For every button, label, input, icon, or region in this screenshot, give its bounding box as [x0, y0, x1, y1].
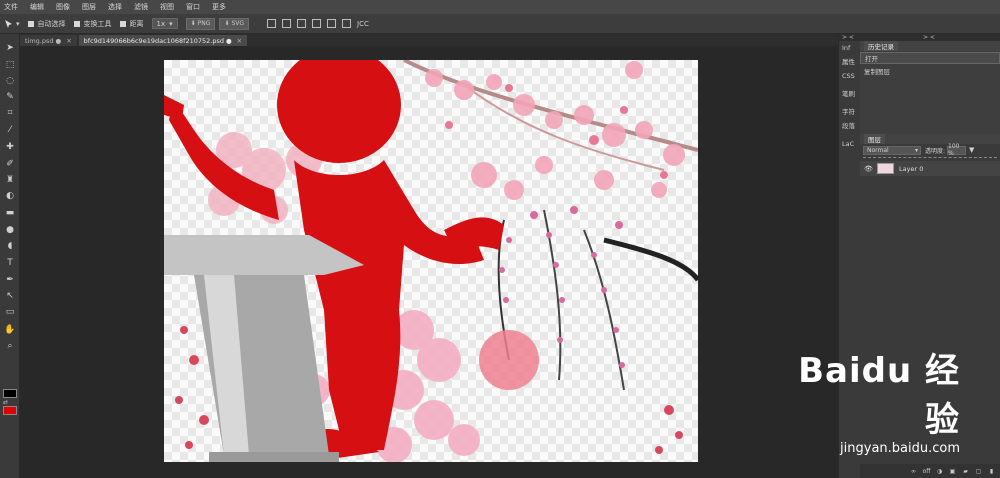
tab-bfc9d149[interactable]: bfc9d149066b6c9e19dac1068f210752.psd ● ✕	[78, 35, 248, 46]
adjustment-icon[interactable]: ◑	[935, 467, 944, 475]
layers-footer: ∞ off ◑ ▣ ▰ ▢ ▮	[860, 464, 1000, 478]
export-svg-button[interactable]: ⬇ SVG	[219, 17, 250, 30]
path-select-tool-icon[interactable]: ↖	[3, 290, 17, 302]
menu-bar: 文件 编辑 图像 图层 选择 滤镜 视图 窗口 更多	[0, 0, 1000, 14]
menu-file[interactable]: 文件	[4, 2, 18, 12]
history-item[interactable]: 打开	[860, 52, 1000, 64]
align-middle-icon[interactable]	[327, 19, 337, 28]
document-canvas[interactable]	[164, 60, 698, 462]
workspace	[20, 46, 838, 478]
tab-history[interactable]: 历史记录	[864, 41, 898, 51]
transform-checkbox[interactable]: 变换工具	[73, 19, 112, 29]
blur-tool-icon[interactable]: ●	[3, 224, 17, 236]
panel-btn-brush[interactable]: 笔刷	[839, 87, 860, 101]
panel-btn-paragraph[interactable]: 段落	[839, 119, 860, 133]
stamp-tool-icon[interactable]: ♜	[3, 174, 17, 186]
opacity-input[interactable]: 100 %	[947, 143, 967, 157]
menu-window[interactable]: 窗口	[186, 2, 200, 12]
new-layer-icon[interactable]: ▢	[974, 467, 983, 475]
layer-name: Layer 0	[899, 164, 924, 173]
eyedropper-tool-icon[interactable]: ⁄	[3, 124, 17, 136]
watermark-url: jingyan.baidu.com	[840, 441, 960, 456]
align-left-icon[interactable]	[267, 19, 277, 28]
zoom-tool-icon[interactable]: ⌕	[3, 340, 17, 352]
eraser-tool-icon[interactable]: ◐	[3, 190, 17, 202]
canvas-artwork	[164, 60, 698, 462]
move-tool-icon[interactable]: ➤	[3, 42, 17, 54]
menu-select[interactable]: 选择	[108, 2, 122, 12]
menu-filter[interactable]: 滤镜	[134, 2, 148, 12]
layer-controls: Normal ▾ 透明度: 100 % ▼	[860, 143, 1000, 157]
panel-btn-character[interactable]: 字符	[839, 105, 860, 119]
tab-layers[interactable]: 图层	[864, 134, 885, 144]
hand-tool-icon[interactable]: ✋	[3, 324, 17, 336]
dodge-tool-icon[interactable]: ◖	[3, 240, 17, 252]
checkbox-icon	[119, 20, 126, 27]
close-icon[interactable]: ✕	[66, 37, 71, 45]
gradient-tool-icon[interactable]: ▬	[3, 207, 17, 219]
close-icon[interactable]: ✕	[237, 37, 242, 45]
folder-icon[interactable]: ▰	[961, 467, 970, 475]
menu-layer[interactable]: 图层	[82, 2, 96, 12]
quick-select-tool-icon[interactable]: ✎	[3, 91, 17, 103]
menu-view[interactable]: 视图	[160, 2, 174, 12]
menu-more[interactable]: 更多	[212, 2, 226, 12]
shape-tool-icon[interactable]: ▭	[3, 306, 17, 318]
collapse-toggle[interactable]: > <	[839, 34, 860, 41]
tab-timg[interactable]: timg.psd ● ✕	[20, 35, 77, 46]
healing-tool-icon[interactable]: ✚	[3, 141, 17, 153]
align-top-icon[interactable]	[312, 19, 322, 28]
tools-panel: ➤ ⬚ ◌ ✎ ⌗ ⁄ ✚ ✐ ♜ ◐ ▬ ● ◖ T ✒ ↖ ▭ ✋ ⌕ ⇄	[0, 34, 20, 478]
chevron-down-icon[interactable]: ▼	[969, 146, 974, 154]
link-icon[interactable]: ∞	[909, 467, 918, 475]
move-tool-icon[interactable]: ▾	[4, 19, 20, 29]
layer-row[interactable]: 👁 Layer 0	[860, 161, 1000, 176]
zoom-select[interactable]: 1x ▾	[151, 18, 178, 29]
panel-btn-properties[interactable]: 属性	[839, 55, 860, 69]
foreground-color-swatch[interactable]	[3, 389, 17, 398]
jsx-button[interactable]: JCC	[357, 20, 369, 28]
align-center-icon[interactable]	[282, 19, 292, 28]
menu-edit[interactable]: 编辑	[30, 2, 44, 12]
download-icon: ⬇	[224, 20, 230, 27]
background-color-swatch[interactable]	[3, 406, 17, 415]
off-toggle[interactable]: off	[922, 467, 931, 475]
collapse-toggle[interactable]: > <	[860, 34, 1000, 41]
text-tool-icon[interactable]: T	[3, 257, 17, 269]
history-header: 历史记录	[860, 41, 1000, 51]
history-item[interactable]: 复制图层	[860, 64, 1000, 76]
menu-image[interactable]: 图像	[56, 2, 70, 12]
marquee-tool-icon[interactable]: ⬚	[3, 59, 17, 71]
auto-select-checkbox[interactable]: 自动选择	[27, 19, 66, 29]
checkbox-icon	[73, 20, 80, 27]
watermark-logo: Baidu 经验	[798, 351, 960, 440]
document-tabs: timg.psd ● ✕ bfc9d149066b6c9e19dac1068f2…	[20, 34, 838, 46]
trash-icon[interactable]: ▮	[987, 467, 996, 475]
pen-tool-icon[interactable]: ✒	[3, 274, 17, 286]
export-png-button[interactable]: ⬇ PNG	[185, 17, 216, 30]
layers-header: 图层	[860, 134, 1000, 144]
layer-thumbnail	[877, 163, 894, 174]
chevron-down-icon: ▾	[914, 146, 918, 154]
eye-icon[interactable]: 👁	[864, 164, 873, 173]
crop-tool-icon[interactable]: ⌗	[3, 107, 17, 119]
download-icon: ⬇	[190, 20, 196, 27]
baidu-watermark: Baidu 经验 jingyan.baidu.com	[780, 343, 960, 456]
align-bottom-icon[interactable]	[342, 19, 352, 28]
panel-btn-css[interactable]: CSS	[839, 69, 860, 83]
swap-colors-icon[interactable]: ⇄	[3, 399, 8, 406]
distance-checkbox[interactable]: 距离	[119, 19, 144, 29]
mask-icon[interactable]: ▣	[948, 467, 957, 475]
panel-btn-lac[interactable]: LaC	[839, 137, 860, 151]
options-bar: ▾ 自动选择 变换工具 距离 1x ▾ ⬇ PNG ⬇ SVG JCC	[0, 14, 1000, 34]
brush-tool-icon[interactable]: ✐	[3, 158, 17, 170]
align-right-icon[interactable]	[297, 19, 307, 28]
history-list: 打开 复制图层	[860, 51, 1000, 139]
panel-btn-info[interactable]: Inf	[839, 41, 860, 55]
lasso-tool-icon[interactable]: ◌	[3, 75, 17, 87]
checkbox-icon	[27, 20, 34, 27]
blend-mode-select[interactable]: Normal ▾	[863, 145, 921, 155]
opacity-label: 透明度:	[925, 147, 946, 155]
